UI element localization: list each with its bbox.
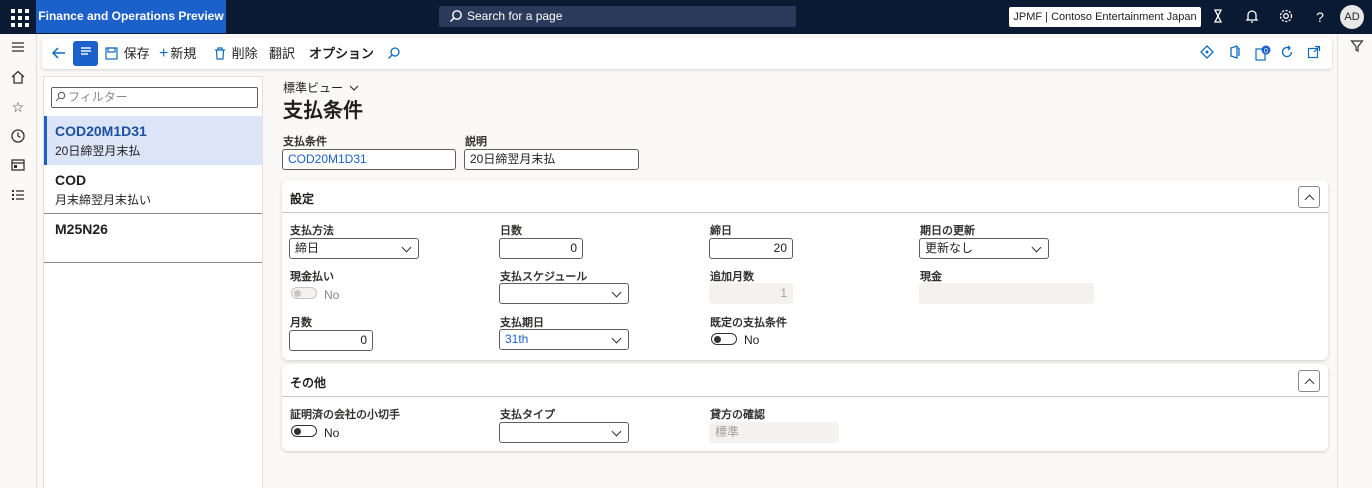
recent-clock-icon[interactable] (9, 128, 27, 146)
list-toggle-button[interactable] (73, 41, 98, 66)
cash-payment-toggle[interactable] (291, 287, 317, 299)
hamburger-menu-icon[interactable] (9, 39, 27, 57)
payment-schedule-select[interactable] (499, 283, 629, 304)
payment-term-label: 支払条件 (283, 136, 327, 148)
list-item[interactable]: COD 月末締翌月末払い (44, 165, 262, 214)
default-term-value: No (744, 333, 760, 347)
back-arrow-icon[interactable] (50, 44, 68, 67)
settings-section: 設定 (282, 180, 1328, 360)
view-name: 標準ビュー (283, 81, 344, 95)
modules-list-icon[interactable] (9, 187, 27, 205)
global-search[interactable]: Search for a page (439, 6, 796, 27)
svg-text:0: 0 (1264, 48, 1268, 55)
list-item[interactable]: M25N26 (44, 214, 262, 263)
list-item-code: COD20M1D31 (55, 123, 147, 139)
attachments-badge-icon[interactable]: 0 (1254, 45, 1272, 63)
payment-day-select[interactable]: 31th (499, 329, 629, 350)
top-bar: Finance and Operations Preview Search fo… (0, 0, 1372, 34)
list-pane: フィルター COD20M1D31 20日締翌月末払 COD 月末締翌月末払い M… (43, 76, 263, 488)
months-label: 月数 (290, 317, 312, 329)
filter-input[interactable]: フィルター (51, 87, 258, 108)
plus-icon: + (159, 45, 169, 62)
delete-button[interactable]: 削除 (214, 38, 258, 69)
payment-method-select[interactable]: 締日 (289, 238, 419, 259)
office-icon[interactable] (1226, 45, 1244, 63)
trash-icon (214, 46, 230, 61)
search-placeholder: Search for a page (467, 9, 563, 23)
cash-account-label: 現金 (920, 271, 942, 283)
cash-account-field (919, 283, 1094, 304)
additional-months-label: 追加月数 (710, 271, 754, 283)
list-item-description: 20日締翌月末払 (55, 144, 141, 158)
open-new-window-icon[interactable] (1305, 45, 1323, 63)
search-icon (449, 9, 463, 30)
app-title[interactable]: Finance and Operations Preview (36, 0, 226, 33)
other-section-title: その他 (290, 376, 327, 390)
settings-section-header[interactable]: 設定 (282, 180, 1328, 213)
payment-method-label: 支払方法 (290, 225, 334, 237)
list-item[interactable]: COD20M1D31 20日締翌月末払 (44, 116, 262, 165)
favorites-star-icon[interactable]: ☆ (9, 98, 27, 116)
home-icon[interactable] (9, 69, 27, 87)
options-tab[interactable]: オプション (309, 38, 374, 69)
list-item-code: M25N26 (55, 221, 108, 237)
default-term-label: 既定の支払条件 (710, 317, 787, 329)
list-item-description: 月末締翌月末払い (55, 193, 152, 207)
description-label: 説明 (465, 136, 487, 148)
payment-term-field[interactable]: COD20M1D31 (282, 149, 456, 170)
company-selector[interactable]: JPMF | Contoso Entertainment Japan (1009, 7, 1201, 27)
settings-gear-icon[interactable] (1277, 8, 1295, 26)
certified-cheque-label: 証明済の会社の小切手 (290, 409, 400, 421)
settings-section-title: 設定 (290, 192, 315, 206)
days-label: 日数 (500, 225, 522, 237)
collapse-chevron-up-icon[interactable] (1298, 370, 1320, 392)
page-title: 支払条件 (283, 100, 363, 122)
right-rail (1337, 34, 1372, 488)
collapse-chevron-up-icon[interactable] (1298, 186, 1320, 208)
search-icon (55, 88, 66, 107)
translate-button[interactable]: 翻訳 (269, 38, 295, 69)
cutoff-day-label: 締日 (710, 225, 732, 237)
other-section-header[interactable]: その他 (282, 364, 1328, 397)
months-field[interactable]: 0 (289, 330, 373, 351)
certified-cheque-value: No (324, 426, 340, 440)
copilot-icon[interactable] (1209, 8, 1227, 26)
workspaces-icon[interactable] (9, 157, 27, 175)
help-icon[interactable]: ? (1311, 8, 1329, 26)
credit-check-label: 貸方の確認 (710, 409, 765, 421)
left-nav: ☆ (0, 34, 37, 488)
certified-cheque-toggle[interactable] (291, 425, 317, 437)
save-label: 保存 (123, 46, 150, 61)
power-apps-icon[interactable] (1198, 45, 1216, 63)
cash-payment-label: 現金払い (290, 271, 334, 283)
save-icon (105, 46, 122, 61)
payment-day-label: 支払期日 (500, 317, 544, 329)
action-pane: 保存 + 新規 削除 翻訳 オプション 0 (42, 38, 1332, 69)
filter-placeholder: フィルター (68, 90, 128, 104)
description-field[interactable]: 20日締翌月末払 (464, 149, 639, 170)
filter-funnel-icon[interactable] (1348, 39, 1366, 57)
additional-months-field: 1 (709, 283, 793, 304)
refresh-icon[interactable] (1278, 45, 1296, 63)
default-term-toggle[interactable] (711, 333, 737, 345)
user-avatar[interactable]: AD (1340, 5, 1364, 29)
new-label: 新規 (170, 46, 197, 61)
chevron-down-icon (349, 85, 359, 91)
cutoff-day-field[interactable]: 20 (709, 238, 793, 259)
credit-check-field: 標準 (709, 422, 839, 443)
list-item-code: COD (55, 172, 87, 188)
payment-type-label: 支払タイプ (500, 409, 555, 421)
action-search-icon[interactable] (387, 38, 401, 69)
due-date-update-select[interactable]: 更新なし (919, 238, 1049, 259)
app-launcher-icon[interactable] (8, 6, 30, 28)
notifications-icon[interactable] (1243, 8, 1261, 26)
delete-label: 削除 (231, 46, 258, 61)
new-button[interactable]: + 新規 (159, 38, 196, 69)
payment-schedule-label: 支払スケジュール (500, 271, 588, 283)
save-button[interactable]: 保存 (105, 38, 150, 69)
due-date-update-label: 期日の更新 (920, 225, 975, 237)
payment-type-select[interactable] (499, 422, 629, 443)
cash-payment-value: No (324, 288, 340, 302)
days-field[interactable]: 0 (499, 238, 583, 259)
